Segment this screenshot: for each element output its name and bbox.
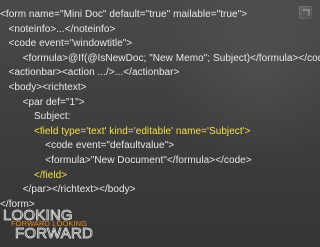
logo-line2: FORWARD [15,225,93,241]
code-line: <noteinfo>...</noteinfo> [0,23,116,35]
logo-graphic: LOOKING FORWARD LOOKING FORWARD [3,207,94,241]
code-line: <form name="Mini Doc" default="true" mai… [0,9,248,20]
code-line: <body><richtext> [0,81,87,93]
code-line: </par></richtext></body> [0,184,136,196]
slide: <form name="Mini Doc" default="true" mai… [0,0,320,247]
code-line: <code event="windowtitle"> [0,38,133,50]
xml-code-block: <form name="Mini Doc" default="true" mai… [0,8,320,212]
code-line: <actionbar><action .../>...</actionbar> [0,67,180,79]
code-line: <code event="defaultvalue"> [0,140,175,152]
code-line-highlight: </field> [0,169,68,181]
code-line-highlight: <field type='text' kind='editable' name=… [0,125,251,137]
corner-arrow-icon [299,6,312,19]
code-line: <formula>@If(@IsNewDoc; "New Memo"; Subj… [0,52,320,64]
looking-forward-logo: LOOKING FORWARD LOOKING FORWARD [2,205,122,241]
code-line: Subject: [0,111,71,123]
code-line: <formula>"New Document"</formula></code> [0,154,252,166]
code-line: <par def="1"> [0,96,85,108]
